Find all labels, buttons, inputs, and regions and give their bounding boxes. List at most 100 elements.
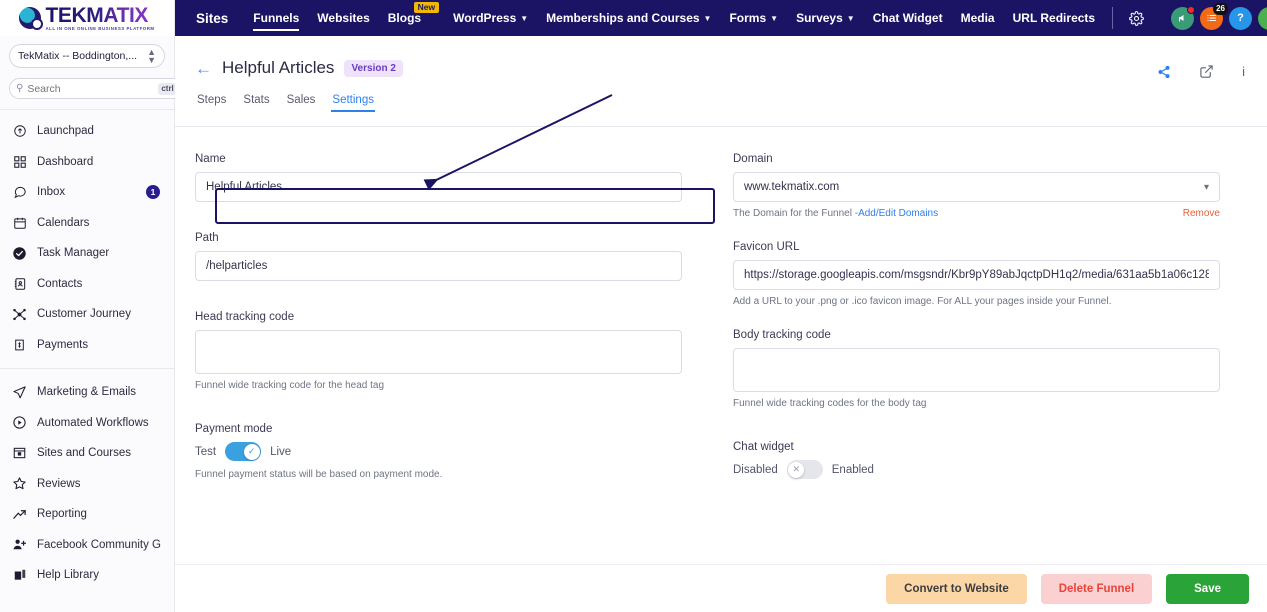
sidebar-item-contacts[interactable]: Contacts bbox=[0, 269, 174, 300]
tab-stats[interactable]: Stats bbox=[243, 94, 269, 112]
tab-steps[interactable]: Steps bbox=[197, 94, 226, 112]
page-content: ← Helpful Articles Version 2 Steps Stats… bbox=[175, 36, 1267, 612]
topnav-item-label: Surveys bbox=[796, 11, 843, 25]
paper-plane-icon bbox=[12, 385, 27, 400]
version-badge: Version 2 bbox=[344, 59, 403, 77]
sidebar-item-label: Help Library bbox=[37, 569, 99, 582]
tab-sales[interactable]: Sales bbox=[287, 94, 316, 112]
sidebar-item-label: Calendars bbox=[37, 216, 90, 229]
topnav-item-wordpress[interactable]: WordPress ▼ bbox=[444, 0, 537, 36]
inbox-unread-badge: 1 bbox=[146, 185, 160, 200]
sidebar-divider-2 bbox=[0, 368, 174, 369]
sidebar-item-label: Reviews bbox=[37, 477, 81, 490]
remove-domain-link[interactable]: Remove bbox=[1183, 208, 1220, 219]
field-payment-mode: Payment mode Test ✓ Live Funnel payment … bbox=[195, 423, 715, 480]
topnav-divider bbox=[1112, 7, 1114, 29]
topnav-item-label: Websites bbox=[317, 11, 370, 25]
topnav-item-blogs[interactable]: Blogs New bbox=[379, 0, 440, 36]
topnav-item-websites[interactable]: Websites bbox=[308, 0, 378, 36]
share-icon[interactable] bbox=[1157, 65, 1171, 79]
path-input[interactable] bbox=[206, 260, 671, 272]
sidebar-item-sites-and-courses[interactable]: Sites and Courses bbox=[0, 438, 174, 469]
toggle-knob-check-icon: ✓ bbox=[243, 443, 260, 460]
payment-mode-toggle[interactable]: ✓ bbox=[225, 442, 262, 461]
sidebar-item-inbox[interactable]: Inbox 1 bbox=[0, 177, 174, 208]
form-column-right: Domain www.tekmatix.com ▾ The Domain for… bbox=[733, 153, 1247, 502]
domain-select[interactable]: www.tekmatix.com ▾ bbox=[733, 172, 1220, 202]
sidebar-item-label: Reporting bbox=[37, 508, 87, 521]
search-box[interactable]: ⚲ ctrl K bbox=[9, 78, 192, 99]
star-icon bbox=[12, 476, 27, 491]
announcement-icon[interactable] bbox=[1171, 5, 1195, 30]
payment-mode-helper: Funnel payment status will be based on p… bbox=[195, 469, 443, 480]
sidebar-item-reviews[interactable]: Reviews bbox=[0, 469, 174, 500]
help-icon[interactable]: ? bbox=[1229, 6, 1252, 30]
favicon-input[interactable] bbox=[744, 269, 1209, 281]
body-tracking-label: Body tracking code bbox=[733, 329, 831, 341]
topnav-item-chat-widget[interactable]: Chat Widget bbox=[864, 0, 952, 36]
topnav-item-surveys[interactable]: Surveys ▼ bbox=[787, 0, 864, 36]
back-arrow-icon[interactable]: ← bbox=[195, 60, 212, 77]
topnav-item-label: Funnels bbox=[253, 11, 300, 25]
sidebar-item-reporting[interactable]: Reporting bbox=[0, 499, 174, 530]
info-icon[interactable]: i bbox=[1242, 64, 1245, 79]
account-name: TekMatix -- Boddington,... bbox=[18, 50, 138, 62]
chat-widget-label: Chat widget bbox=[733, 441, 794, 453]
sidebar-item-task-manager[interactable]: Task Manager bbox=[0, 238, 174, 269]
open-external-icon[interactable] bbox=[1199, 64, 1214, 79]
sidebar-item-calendars[interactable]: Calendars bbox=[0, 208, 174, 239]
sidebar-item-label: Automated Workflows bbox=[37, 416, 149, 429]
delete-funnel-button[interactable]: Delete Funnel bbox=[1040, 573, 1153, 604]
topnav-section-sites[interactable]: Sites bbox=[187, 0, 244, 36]
sidebar-item-marketing-emails[interactable]: Marketing & Emails bbox=[0, 377, 174, 408]
sidebar-item-dashboard[interactable]: Dashboard bbox=[0, 147, 174, 178]
top-navigation-bar: Sites Funnels Websites Blogs New WordPre… bbox=[175, 0, 1267, 36]
sidebar-item-automated-workflows[interactable]: Automated Workflows bbox=[0, 408, 174, 439]
save-button[interactable]: Save bbox=[1166, 573, 1249, 604]
sidebar-nav: Launchpad Dashboard Inbox 1 Calendars Ta… bbox=[0, 110, 174, 591]
payment-mode-toggle-row: Test ✓ Live bbox=[195, 442, 715, 461]
gear-icon[interactable] bbox=[1121, 10, 1152, 26]
search-row: ⚲ ctrl K ⚡ bbox=[9, 78, 217, 99]
sidebar: TEKMATIX ALL IN ONE ONLINE BUSINESS PLAT… bbox=[0, 0, 217, 612]
favicon-input-wrapper[interactable] bbox=[733, 260, 1220, 290]
topnav-item-label: URL Redirects bbox=[1012, 11, 1096, 25]
chat-widget-toggle[interactable]: ✕ bbox=[786, 460, 823, 479]
topnav-item-url-redirects[interactable]: URL Redirects bbox=[1004, 0, 1104, 36]
path-label: Path bbox=[195, 232, 219, 244]
path-input-wrapper[interactable] bbox=[195, 251, 682, 281]
domain-helper-row: The Domain for the Funnel -Add/Edit Doma… bbox=[733, 208, 1220, 219]
notification-count-badge: 26 bbox=[1213, 2, 1228, 15]
head-tracking-textarea[interactable] bbox=[195, 330, 682, 374]
head-tracking-label: Head tracking code bbox=[195, 311, 295, 323]
sidebar-item-payments[interactable]: Payments bbox=[0, 330, 174, 361]
account-switcher[interactable]: TekMatix -- Boddington,... ▲ ▼ bbox=[9, 44, 165, 68]
notifications-icon[interactable]: 26 bbox=[1200, 2, 1228, 30]
name-input[interactable] bbox=[206, 181, 671, 193]
sidebar-item-facebook-community[interactable]: Facebook Community G... bbox=[0, 530, 174, 561]
add-edit-domains-link[interactable]: Add/Edit Domains bbox=[858, 208, 938, 219]
chat-bubble-icon bbox=[12, 185, 27, 200]
sidebar-item-customer-journey[interactable]: Customer Journey bbox=[0, 299, 174, 330]
sidebar-item-help-library[interactable]: Help Library bbox=[0, 560, 174, 591]
contact-book-icon bbox=[12, 276, 27, 291]
rocket-icon bbox=[12, 124, 27, 139]
topnav-item-funnels[interactable]: Funnels bbox=[244, 0, 308, 36]
sidebar-item-launchpad[interactable]: Launchpad bbox=[0, 116, 174, 147]
search-input[interactable] bbox=[27, 82, 155, 95]
user-avatar[interactable] bbox=[1258, 6, 1267, 30]
topnav-item-forms[interactable]: Forms ▼ bbox=[720, 0, 787, 36]
form-column-left: Name Path Head tracking code bbox=[195, 153, 715, 502]
toggle-knob-cross-icon: ✕ bbox=[788, 461, 805, 478]
name-input-wrapper[interactable] bbox=[195, 172, 682, 202]
calendar-icon bbox=[12, 215, 27, 230]
body-tracking-textarea[interactable] bbox=[733, 348, 1220, 392]
topnav-item-label: Memberships and Courses bbox=[546, 11, 700, 25]
app-root: TEKMATIX ALL IN ONE ONLINE BUSINESS PLAT… bbox=[0, 0, 1267, 612]
convert-to-website-button[interactable]: Convert to Website bbox=[886, 573, 1027, 604]
topnav-item-media[interactable]: Media bbox=[952, 0, 1004, 36]
brand-tagline: ALL IN ONE ONLINE BUSINESS PLATFORM bbox=[45, 25, 155, 31]
tab-settings[interactable]: Settings bbox=[331, 94, 375, 112]
chat-widget-toggle-row: Disabled ✕ Enabled bbox=[733, 460, 1247, 479]
topnav-item-memberships-and-courses[interactable]: Memberships and Courses ▼ bbox=[537, 0, 720, 36]
